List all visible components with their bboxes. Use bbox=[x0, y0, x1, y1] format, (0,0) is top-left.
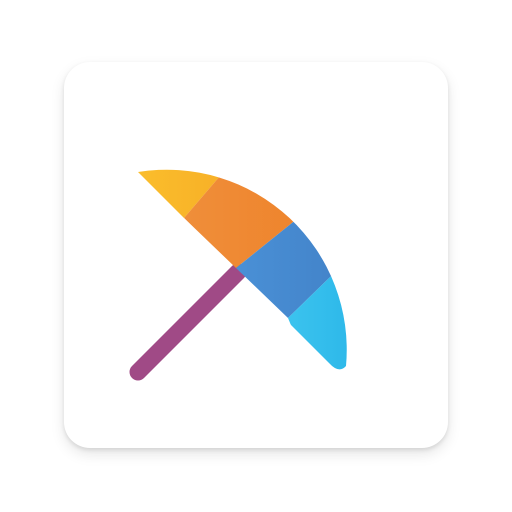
app-icon-screen bbox=[0, 0, 512, 512]
umbrella-canopy bbox=[138, 169, 347, 370]
umbrella-handle bbox=[129, 263, 247, 381]
canopy-band-cyan bbox=[288, 180, 347, 370]
umbrella-icon bbox=[129, 169, 347, 381]
